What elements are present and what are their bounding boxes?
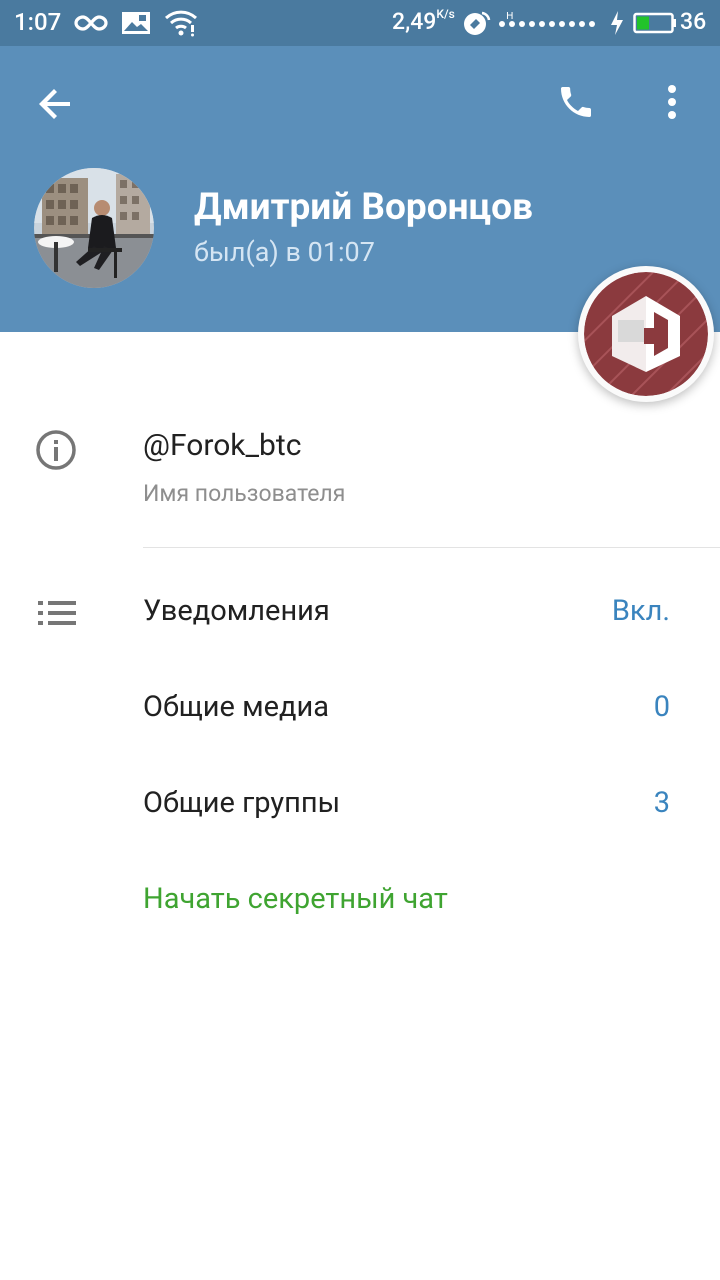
profile-name: Дмитрий Воронцов <box>194 186 533 229</box>
info-icon <box>34 428 78 472</box>
more-vert-icon <box>668 85 676 119</box>
shared-groups-row[interactable]: Общие группы 3 <box>0 756 720 852</box>
shared-media-label: Общие медиа <box>143 690 329 724</box>
message-fab[interactable] <box>578 266 714 402</box>
start-secret-chat-button[interactable]: Начать секретный чат <box>143 882 448 916</box>
signal-icon: H <box>498 9 604 41</box>
avatar-photo <box>34 168 154 288</box>
username-label: Имя пользователя <box>143 480 346 507</box>
arrow-back-icon <box>39 89 70 119</box>
notifications-label: Уведомления <box>143 594 330 628</box>
battery-icon <box>633 9 677 41</box>
hotspot-icon <box>462 9 492 41</box>
more-options-button[interactable] <box>652 74 692 130</box>
shared-media-count: 0 <box>653 690 670 724</box>
svg-text:H: H <box>506 11 514 22</box>
status-time: 1:07 <box>14 8 62 36</box>
status-bar: 1:07 2,49K/s H 36 <box>0 0 720 46</box>
notifications-value: Вкл. <box>611 594 670 628</box>
list-icon <box>38 601 76 625</box>
phone-icon <box>561 87 591 117</box>
shared-groups-label: Общие группы <box>143 786 341 820</box>
gallery-notification-icon <box>121 9 151 41</box>
back-button[interactable] <box>28 76 84 132</box>
notifications-row[interactable]: Уведомления Вкл. <box>0 564 720 660</box>
divider <box>143 547 720 548</box>
app-logo-icon <box>584 272 708 396</box>
last-seen-status: был(а) в 01:07 <box>194 236 375 268</box>
call-button[interactable] <box>548 74 604 130</box>
avatar[interactable] <box>34 168 154 288</box>
username[interactable]: @Forok_btc <box>143 428 301 463</box>
wifi-icon <box>164 9 198 41</box>
shared-media-row[interactable]: Общие медиа 0 <box>0 660 720 756</box>
shared-groups-count: 3 <box>653 786 670 820</box>
network-speed: 2,49K/s <box>392 7 455 35</box>
charging-icon <box>608 9 626 41</box>
battery-level: 36 <box>680 8 707 35</box>
infinity-icon <box>74 9 108 41</box>
